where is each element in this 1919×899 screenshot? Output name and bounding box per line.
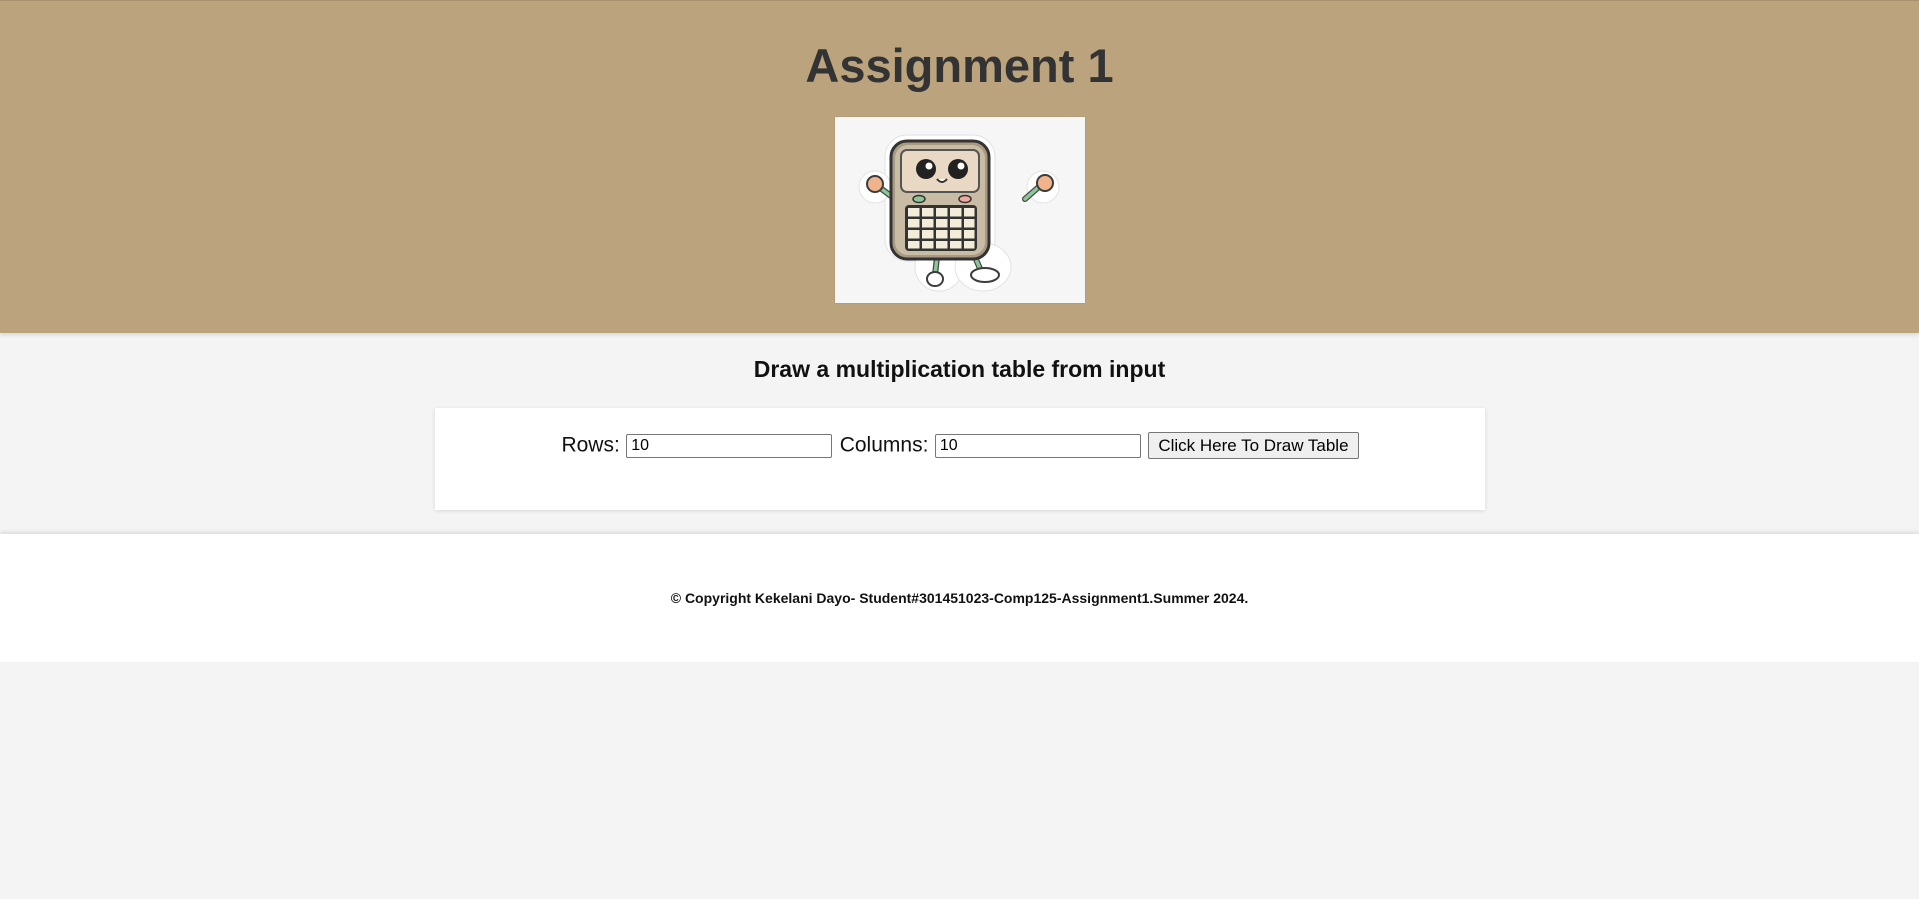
page-header: Assignment 1 xyxy=(0,0,1919,333)
form-row: Rows: Columns: Click Here To Draw Table xyxy=(435,432,1485,459)
rows-label: Rows: xyxy=(561,433,620,457)
draw-table-button[interactable]: Click Here To Draw Table xyxy=(1148,432,1359,459)
calculator-mascot-icon xyxy=(858,134,1060,292)
calculator-mascot-image xyxy=(835,117,1085,303)
copyright-text: © Copyright Kekelani Dayo- Student#30145… xyxy=(670,590,1249,606)
section-heading: Draw a multiplication table from input xyxy=(753,356,1166,382)
columns-label: Columns: xyxy=(839,433,929,457)
page-title: Assignment 1 xyxy=(805,39,1114,92)
page-footer: © Copyright Kekelani Dayo- Student#30145… xyxy=(0,534,1919,662)
table-input-form: Rows: Columns: Click Here To Draw Table xyxy=(435,408,1485,510)
rows-input[interactable] xyxy=(626,433,833,458)
columns-input[interactable] xyxy=(934,433,1141,458)
